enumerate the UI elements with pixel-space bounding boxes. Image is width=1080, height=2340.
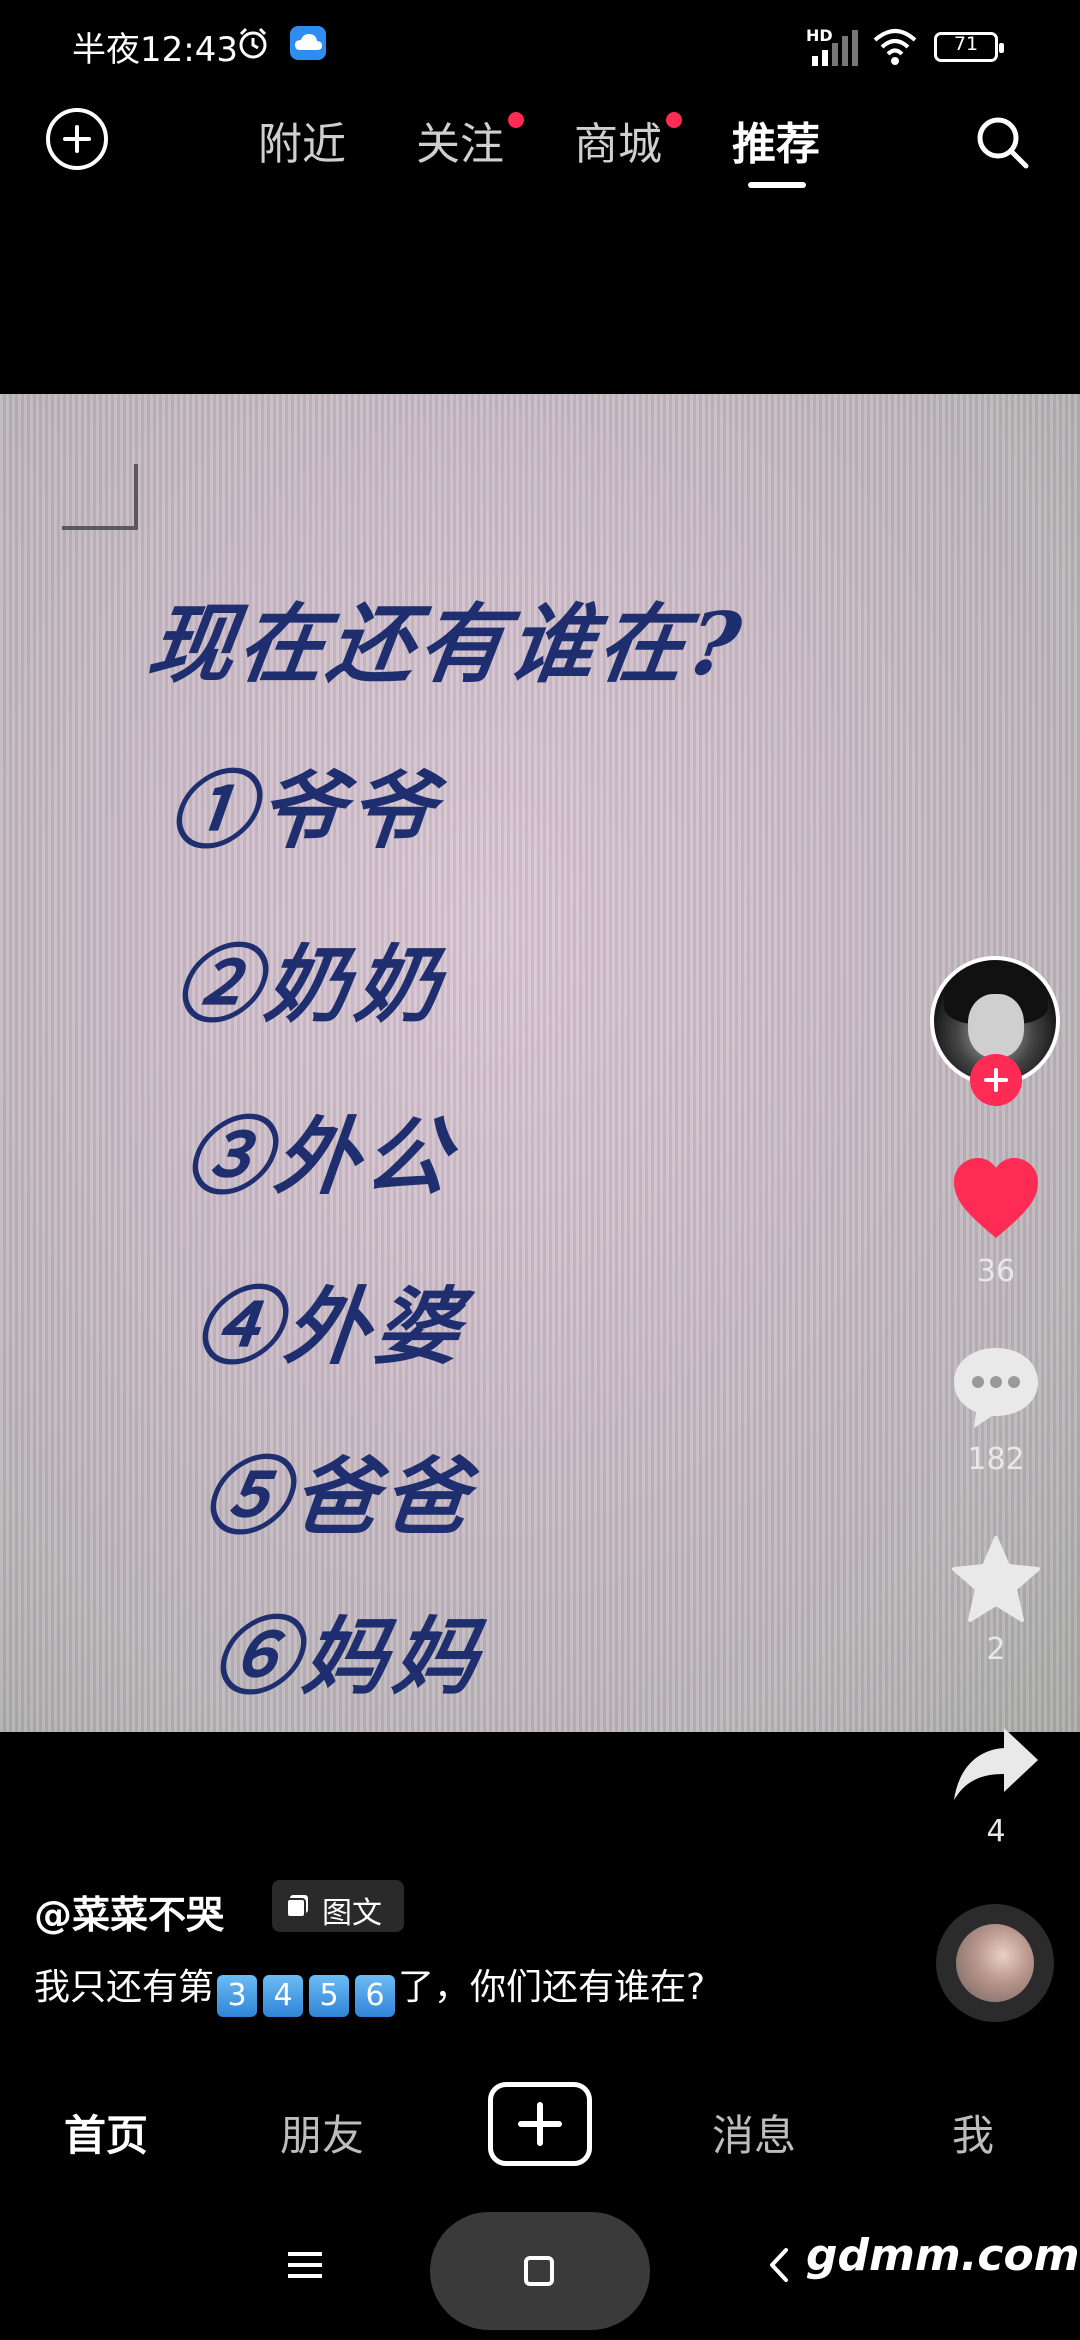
wifi-icon	[873, 29, 917, 65]
heart-icon[interactable]	[950, 1154, 1042, 1246]
share-count: 4	[986, 1814, 1006, 1849]
battery-level: 71	[953, 33, 979, 55]
like-count: 36	[976, 1254, 1016, 1289]
top-nav: 附近 关注 商城 推荐	[0, 78, 1080, 198]
active-tab-indicator	[748, 182, 806, 188]
alarm-icon	[239, 27, 267, 59]
tab-recommend[interactable]: 推荐	[732, 108, 820, 172]
comment-count: 182	[967, 1442, 1025, 1477]
caption-suffix: 了，你们还有谁在?	[398, 1967, 706, 2008]
notification-dot	[508, 112, 524, 128]
share-icon[interactable]	[950, 1720, 1042, 1812]
favorite-count: 2	[986, 1632, 1006, 1667]
home-button[interactable]	[430, 2212, 650, 2330]
keycap-number: 6	[355, 1975, 396, 2017]
plus-circle-icon[interactable]	[46, 108, 108, 170]
image-list-item: ⑥妈妈	[208, 1607, 489, 1706]
author-name[interactable]: @菜菜不哭	[34, 1884, 224, 1939]
music-disc[interactable]	[936, 1904, 1054, 2022]
follow-button[interactable]	[970, 1054, 1022, 1106]
cloud-app-icon	[290, 26, 326, 60]
search-icon[interactable]	[974, 114, 1030, 170]
post-type-badge: 图文	[272, 1880, 404, 1932]
image-list-item: ③外公	[180, 1107, 461, 1206]
keycap-number: 4	[263, 1975, 304, 2017]
tab-mall[interactable]: 商城	[574, 108, 662, 172]
keycap-number: 5	[309, 1975, 350, 2017]
avatar-face	[968, 994, 1024, 1058]
tab-nearby[interactable]: 附近	[258, 108, 346, 172]
notification-dot	[666, 112, 682, 128]
tab-following[interactable]: 关注	[416, 108, 504, 172]
post-caption[interactable]: 我只还有第 3 4 5 6 了，你们还有谁在?	[34, 1958, 705, 2017]
tab-home[interactable]: 首页	[64, 2102, 148, 2163]
comment-icon[interactable]	[950, 1342, 1042, 1434]
star-icon[interactable]	[950, 1534, 1042, 1626]
tab-friends[interactable]: 朋友	[280, 2102, 364, 2163]
image-headline: 现在还有谁在?	[141, 594, 751, 695]
watermark: gdmm.com	[806, 2230, 1080, 2281]
tab-me[interactable]: 我	[952, 2102, 994, 2163]
image-list-item: ①爷爷	[164, 761, 445, 860]
image-list-item: ④外婆	[190, 1277, 471, 1376]
music-cover	[956, 1924, 1034, 2002]
back-icon[interactable]	[768, 2246, 790, 2284]
create-button[interactable]	[488, 2082, 592, 2166]
caption-prefix: 我只还有第	[34, 1967, 215, 2008]
post-type-label: 图文	[322, 1896, 382, 1931]
tab-messages[interactable]: 消息	[712, 2102, 796, 2163]
status-bar: 半夜12:43 HD 71	[0, 0, 1080, 78]
image-text-icon	[286, 1895, 308, 1918]
status-time: 半夜12:43	[72, 30, 238, 70]
bottom-tab-bar: 首页 朋友 消息 我	[0, 2062, 1080, 2202]
home-square-icon	[524, 2256, 554, 2286]
battery-icon: 71	[934, 32, 1004, 62]
image-list-item: ⑤爸爸	[198, 1447, 479, 1546]
menu-icon[interactable]	[288, 2250, 322, 2280]
signal-icon	[812, 30, 858, 66]
image-list-item: ②奶奶	[170, 935, 451, 1034]
keycap-number: 3	[217, 1975, 258, 2017]
system-nav-bar: gdmm.com	[0, 2202, 1080, 2340]
post-image[interactable]: 现在还有谁在? ①爷爷 ②奶奶 ③外公 ④外婆 ⑤爸爸 ⑥妈妈	[0, 394, 1080, 1732]
crop-corner-mark	[62, 464, 138, 530]
